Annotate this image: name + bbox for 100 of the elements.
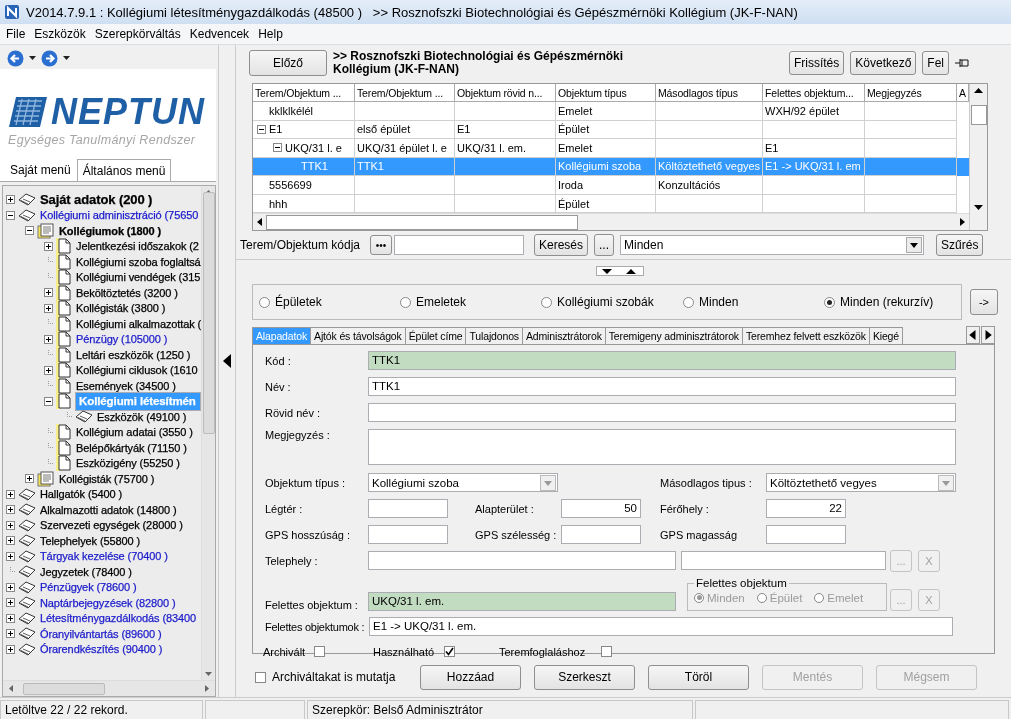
menu-tab[interactable]: Általános menü [76,159,172,181]
expand-icon[interactable] [44,303,53,313]
expand-icon[interactable] [6,598,15,608]
expand-icon[interactable] [44,334,53,344]
tree-item[interactable]: Óranyilvántartás (89600 ) [39,626,163,641]
tree-item[interactable]: Belépőkártyák (71150 ) [75,440,188,455]
collapse-icon[interactable] [6,210,15,220]
input-field[interactable]: E1 -> UKQ/31 l. em. [369,617,953,636]
expand-icon[interactable] [6,551,15,561]
checkbox[interactable] [255,671,266,683]
tree-item[interactable]: Kollégium adatai (3550 ) [75,425,194,440]
menu-item[interactable]: Szerepkörváltás [91,25,187,43]
menu-item[interactable]: Eszközök [31,25,92,43]
pin-icon[interactable] [955,58,971,68]
go-button[interactable]: -> [970,289,998,315]
tree-item[interactable]: Kollégiumok (1800 ) [58,223,162,238]
checkbox-label[interactable]: Használható [373,645,435,658]
scrollbar[interactable] [253,213,969,230]
browse-button[interactable]: ... [594,234,615,256]
search-field[interactable] [394,235,524,255]
column-header[interactable]: Objektum típus [556,84,656,102]
caret-icon[interactable] [63,56,70,60]
collapse-icon[interactable] [273,143,282,153]
tree-item[interactable]: Kollégiumi alkalmazottak ( [75,316,201,331]
tree-item[interactable]: Kollégisták (75700 ) [58,471,156,486]
collapse-panel-icon[interactable] [223,354,231,368]
tab[interactable]: Kiegé [868,327,903,344]
tree-item[interactable]: Alkalmazotti adatok (14800 ) [39,502,178,517]
tree-item[interactable]: Leltári eszközök (1250 ) [75,347,192,362]
previous-button[interactable]: Előző [249,50,327,76]
scroll-thumb[interactable] [266,214,578,230]
tab[interactable]: Tulajdonos [465,327,523,344]
radio-label[interactable]: Emeletek [416,295,467,309]
splitter-arrows-icon[interactable] [595,266,644,276]
tab-scroll-buttons[interactable] [966,326,995,344]
filter-button[interactable]: Szűrés [936,234,984,256]
tree-item[interactable]: Jegyzetek (78400 ) [39,564,133,579]
action-button[interactable]: Hozzáad [420,664,521,690]
expand-icon[interactable] [44,365,53,375]
scrollbar[interactable] [201,186,215,680]
caret-icon[interactable] [29,56,36,60]
scroll-thumb[interactable] [23,682,105,695]
toolbar-button[interactable]: Következő [850,51,917,75]
tab[interactable]: Teremigeny adminisztrátorok [604,327,743,344]
menu-tab[interactable]: Saját menü [4,159,77,181]
expand-icon[interactable] [25,474,34,484]
tree-item[interactable]: Naptárbejegyzések (82800 ) [39,595,177,610]
collapse-icon[interactable] [257,124,266,134]
tree-item[interactable]: Kollégisták (3800 ) [75,301,167,316]
table-row[interactable]: UKQ/31 l. e UKQ/31 épület l. e UKQ/31 l. em. Emelet E1 [253,139,969,158]
expand-icon[interactable] [6,629,15,639]
radio-label[interactable]: Minden [699,295,739,309]
toolbar-button[interactable]: Frissítés [788,51,845,75]
radio-button[interactable] [400,296,411,308]
expand-icon[interactable] [6,644,15,654]
tree-item[interactable]: Kollégiumi ciklusok (1610 [75,363,199,378]
checkbox-label[interactable]: Archiváltakat is mutatja [272,670,396,684]
tree-item[interactable]: Események (34500 ) [75,378,177,393]
expand-icon[interactable] [44,288,53,298]
tree-item[interactable]: Létesítménygazdálkodás (83400 [39,611,198,626]
scroll-thumb[interactable] [202,192,215,434]
tab[interactable]: Ajtók és távolságok [310,327,406,344]
expand-icon[interactable] [6,489,15,499]
table-row[interactable]: 5556699 Iroda Konzultációs [253,176,969,195]
tab[interactable]: Épület címe [404,327,467,344]
table-row[interactable]: E1 első épület E1 Épület [253,120,969,140]
radio-button[interactable] [824,296,835,308]
tree-item[interactable]: Telephelyek (55800 ) [39,533,142,548]
scrollbar[interactable] [969,84,987,230]
scroll-thumb[interactable] [970,105,987,125]
input-field[interactable]: 22 [766,499,846,518]
collapse-icon[interactable] [44,396,53,406]
expand-icon[interactable] [44,241,53,251]
tree-item[interactable]: Tárgyak kezelése (70400 ) [39,549,169,564]
radio-button[interactable] [683,296,694,308]
input-field[interactable]: 50 [561,499,641,518]
type-dropdown[interactable]: Kollégiumi szoba [368,473,558,492]
input-field[interactable] [368,525,448,544]
column-header[interactable]: Objektum rövid n... [455,84,556,102]
expand-icon[interactable] [6,195,15,205]
checkbox[interactable] [444,646,456,657]
scroll-up-icon[interactable] [974,88,983,93]
column-header[interactable]: Felettes objektum... [763,84,865,102]
tree-item[interactable]: Kollégiumi adminisztráció (75650 [39,208,200,223]
column-header[interactable]: Terem/Objektum ... [355,84,455,102]
column-header[interactable]: Megjegyzés [865,84,957,102]
input-field[interactable] [368,403,956,422]
scroll-left-icon[interactable] [257,218,262,227]
scroll-down-icon[interactable] [974,205,983,210]
radio-button[interactable] [259,296,270,308]
tree-item[interactable]: Kollégiumi szoba foglaltsá [75,254,201,269]
menu-item[interactable]: File [3,25,32,43]
tree-item[interactable]: Eszközök (49100 ) [96,409,188,424]
checkbox-label[interactable]: Archivált [263,645,306,658]
column-header[interactable]: Terem/Objektum ... [253,84,355,102]
menu-item[interactable]: Help [255,25,289,43]
tree-item[interactable]: Saját adatok (200 ) [39,192,154,207]
forward-icon[interactable] [41,49,58,67]
tree-item[interactable]: Hallgatók (5400 ) [39,487,124,502]
tree-item[interactable]: Pénzügy (105000 ) [75,332,169,347]
